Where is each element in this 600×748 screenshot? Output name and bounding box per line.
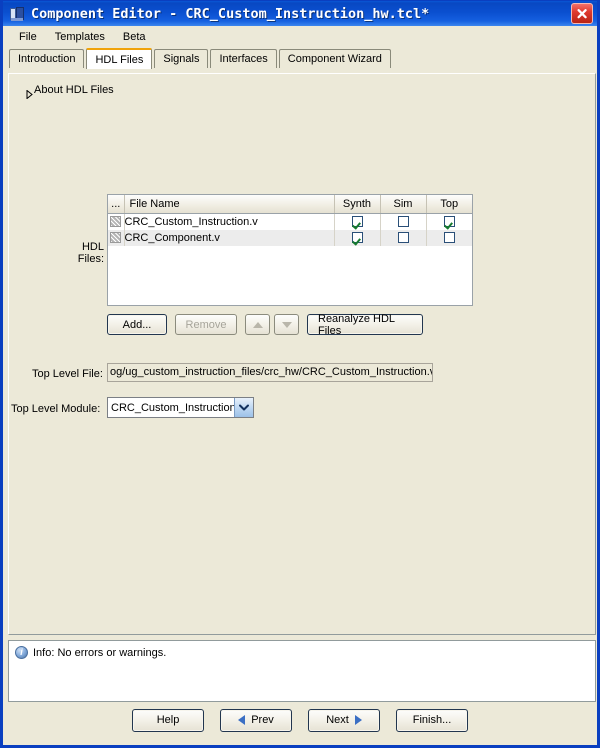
help-button[interactable]: Help <box>132 708 204 732</box>
tab-introduction[interactable]: Introduction <box>9 49 85 68</box>
cell-synth-checkbox[interactable] <box>334 213 381 230</box>
hdl-files-label: HDL Files: <box>77 241 104 265</box>
tab-component-wizard[interactable]: Component Wizard <box>278 49 391 68</box>
menu-bar: File Templates Beta <box>3 26 597 47</box>
cell-top-checkbox[interactable] <box>426 230 472 246</box>
tab-signals[interactable]: Signals <box>154 49 209 68</box>
component-editor-window: Component Editor - CRC_Custom_Instructio… <box>0 0 600 748</box>
file-icon <box>108 213 125 230</box>
add-button[interactable]: Add... <box>107 314 167 335</box>
cell-top-checkbox[interactable] <box>426 213 472 230</box>
next-button-label: Next <box>326 714 349 726</box>
cell-sim-checkbox[interactable] <box>380 213 427 230</box>
column-header-sim[interactable]: Sim <box>380 195 427 214</box>
column-header-file-name[interactable]: File Name <box>124 195 335 214</box>
close-icon[interactable] <box>571 3 593 24</box>
footer-button-bar: Help Prev Next Finish... <box>3 698 597 742</box>
menu-item-beta[interactable]: Beta <box>114 29 155 45</box>
info-pane: i Info: No errors or warnings. <box>8 640 596 702</box>
tab-hdl-files[interactable]: HDL Files <box>86 48 153 69</box>
cell-file-name: CRC_Custom_Instruction.v <box>124 213 335 230</box>
file-icon <box>108 230 125 246</box>
help-button-label: Help <box>156 714 180 726</box>
column-header-synth[interactable]: Synth <box>334 195 381 214</box>
component-editor-icon <box>10 6 25 21</box>
column-header-icon[interactable]: ... <box>108 195 125 214</box>
cell-synth-checkbox[interactable] <box>334 230 381 246</box>
hdl-files-panel: About HDL Files HDL Files: ... File Name… <box>8 73 596 635</box>
menu-item-file[interactable]: File <box>10 29 46 45</box>
top-level-module-label: Top Level Module: <box>11 403 101 415</box>
about-hdl-files-expander[interactable]: About HDL Files <box>20 84 114 99</box>
move-down-icon <box>274 314 299 335</box>
top-level-module-select[interactable]: CRC_Custom_Instruction <box>107 397 254 418</box>
about-hdl-files-label: About HDL Files <box>34 84 114 96</box>
info-message: Info: No errors or warnings. <box>33 646 167 659</box>
table-header-row: ... File Name Synth Sim Top <box>108 195 472 214</box>
chevron-right-icon <box>20 86 33 99</box>
table-row[interactable]: CRC_Component.v <box>108 230 472 246</box>
reanalyze-hdl-files-button[interactable]: Reanalyze HDL Files <box>307 313 423 337</box>
top-level-file-label: Top Level File: <box>32 368 103 380</box>
info-icon: i <box>15 646 28 659</box>
finish-button[interactable]: Finish... <box>396 708 468 732</box>
next-button[interactable]: Next <box>308 708 380 732</box>
cell-sim-checkbox[interactable] <box>380 230 427 246</box>
tab-strip: Introduction HDL Files Signals Interface… <box>3 47 597 69</box>
title-bar: Component Editor - CRC_Custom_Instructio… <box>3 0 597 26</box>
remove-button: Remove <box>175 314 237 335</box>
chevron-down-icon[interactable] <box>234 398 253 417</box>
prev-button[interactable]: Prev <box>220 708 292 732</box>
top-level-file-input[interactable]: og/ug_custom_instruction_files/crc_hw/CR… <box>107 363 433 382</box>
info-message-row: i Info: No errors or warnings. <box>15 646 589 659</box>
table-row[interactable]: CRC_Custom_Instruction.v <box>108 213 472 230</box>
top-level-module-value: CRC_Custom_Instruction <box>111 401 234 414</box>
prev-button-label: Prev <box>251 714 274 726</box>
hdl-files-table[interactable]: ... File Name Synth Sim Top CRC_Custom_I… <box>107 194 473 306</box>
column-header-top[interactable]: Top <box>426 195 472 214</box>
cell-file-name: CRC_Component.v <box>124 230 335 246</box>
window-title: Component Editor - CRC_Custom_Instructio… <box>31 5 430 22</box>
hdl-files-button-row: Add... Remove Reanalyze HDL Files <box>107 313 423 337</box>
arrow-right-icon <box>354 715 362 725</box>
finish-button-label: Finish... <box>412 714 452 726</box>
tab-interfaces[interactable]: Interfaces <box>210 49 277 68</box>
move-up-icon <box>245 314 270 335</box>
arrow-left-icon <box>238 715 246 725</box>
menu-item-templates[interactable]: Templates <box>46 29 114 45</box>
